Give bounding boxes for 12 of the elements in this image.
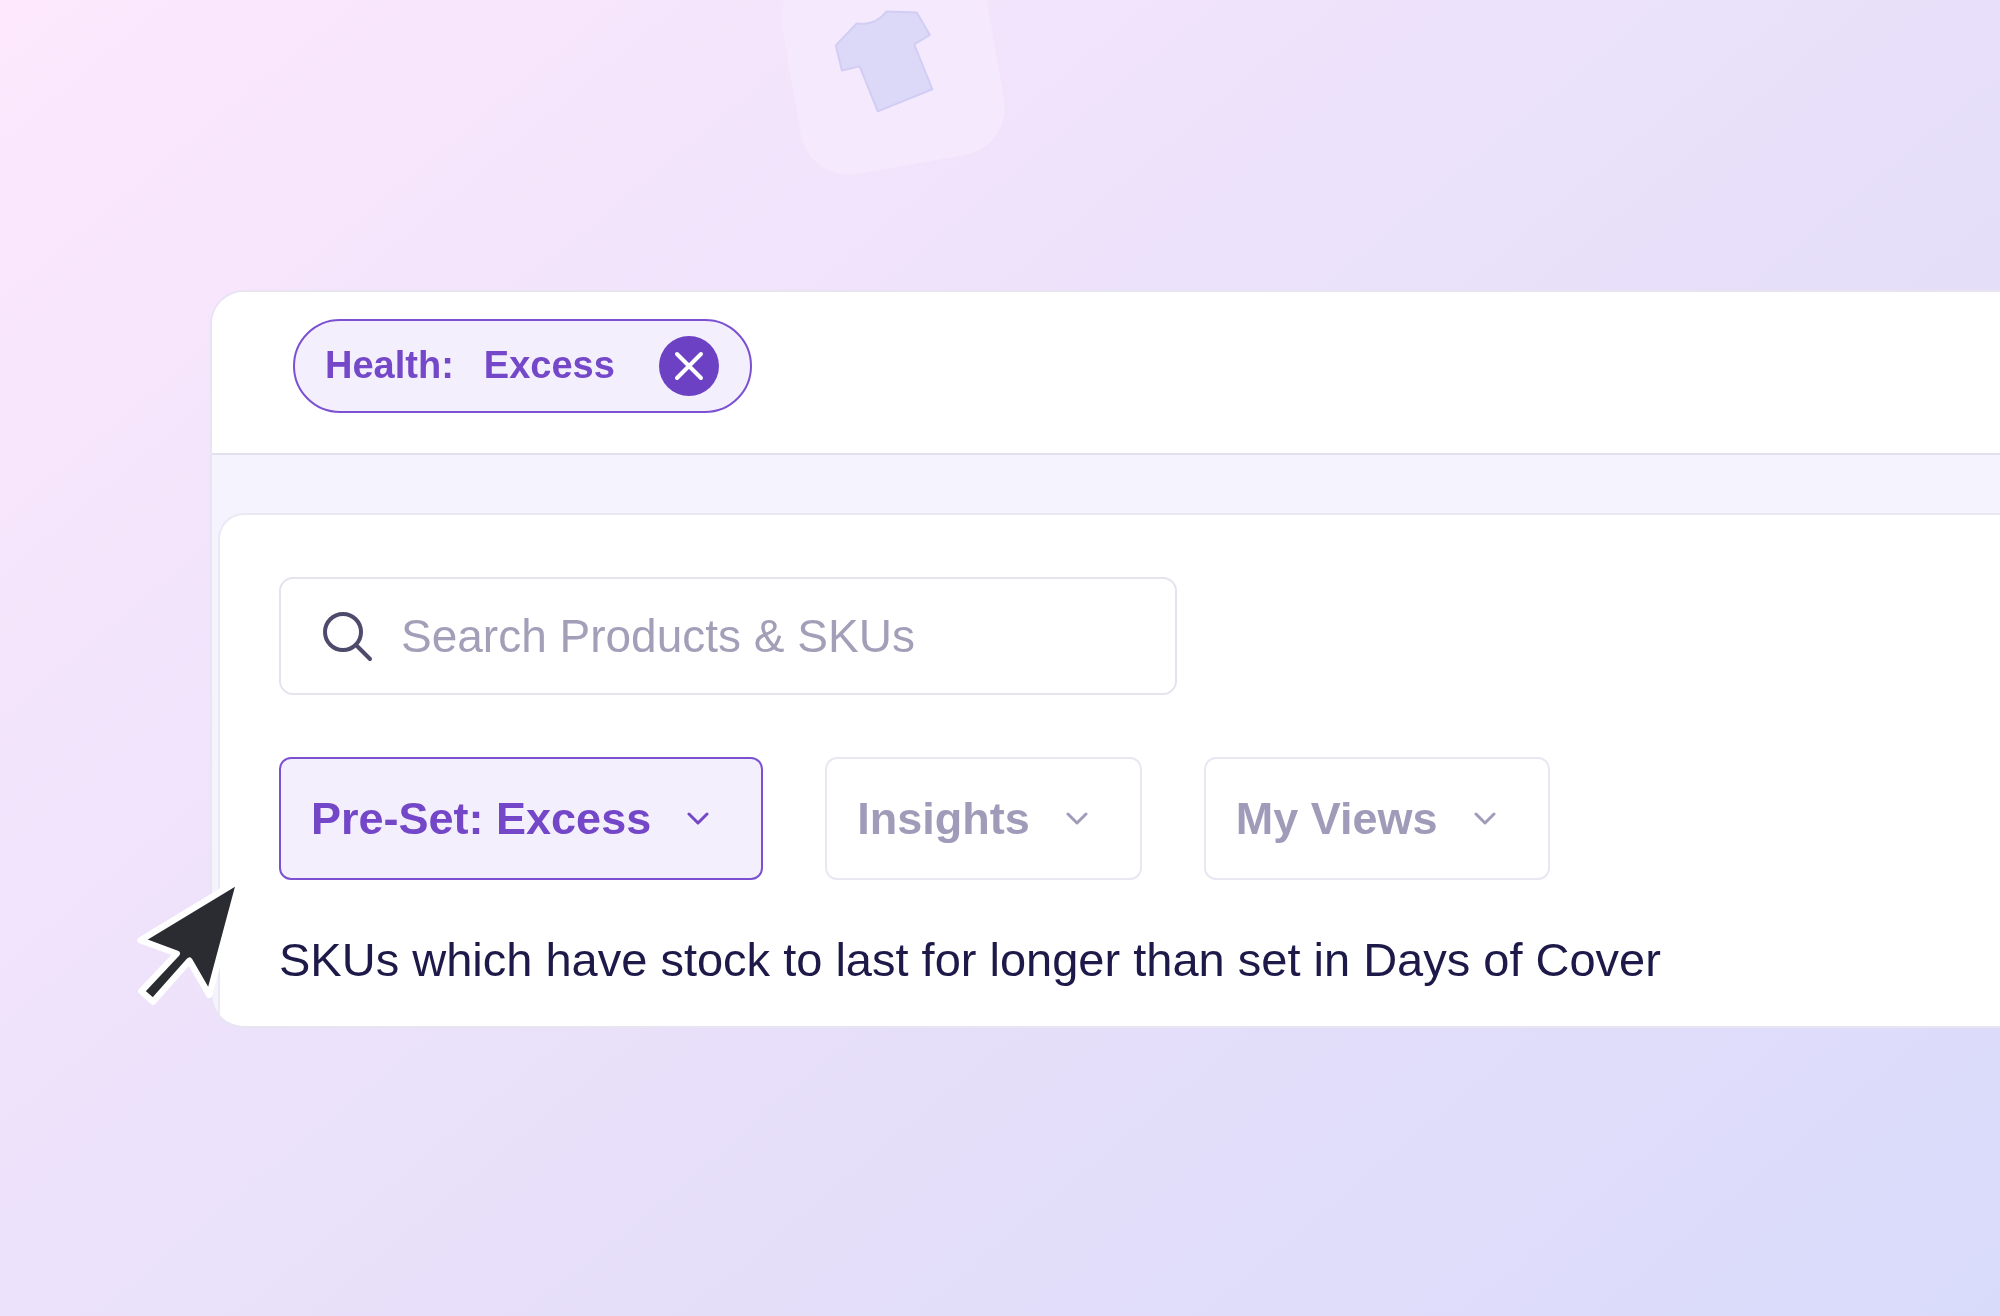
search-icon	[321, 610, 373, 662]
caret-icon	[1065, 812, 1088, 825]
dropdown-button[interactable]: Pre-Set: Excess	[279, 757, 764, 880]
dropdown-button[interactable]: Insights	[825, 757, 1142, 880]
chip-label: Health:	[325, 343, 454, 389]
chip-value: Excess	[483, 343, 615, 389]
close-icon	[673, 351, 704, 381]
caret-icon	[687, 812, 710, 825]
search-field[interactable]: Search Products & SKUs	[279, 577, 1177, 695]
description-text: SKUs which have stock to last for longer than set in Days of Cover	[279, 932, 1662, 988]
dropdown-button[interactable]: My Views	[1203, 757, 1550, 880]
caret-icon	[1473, 812, 1496, 825]
